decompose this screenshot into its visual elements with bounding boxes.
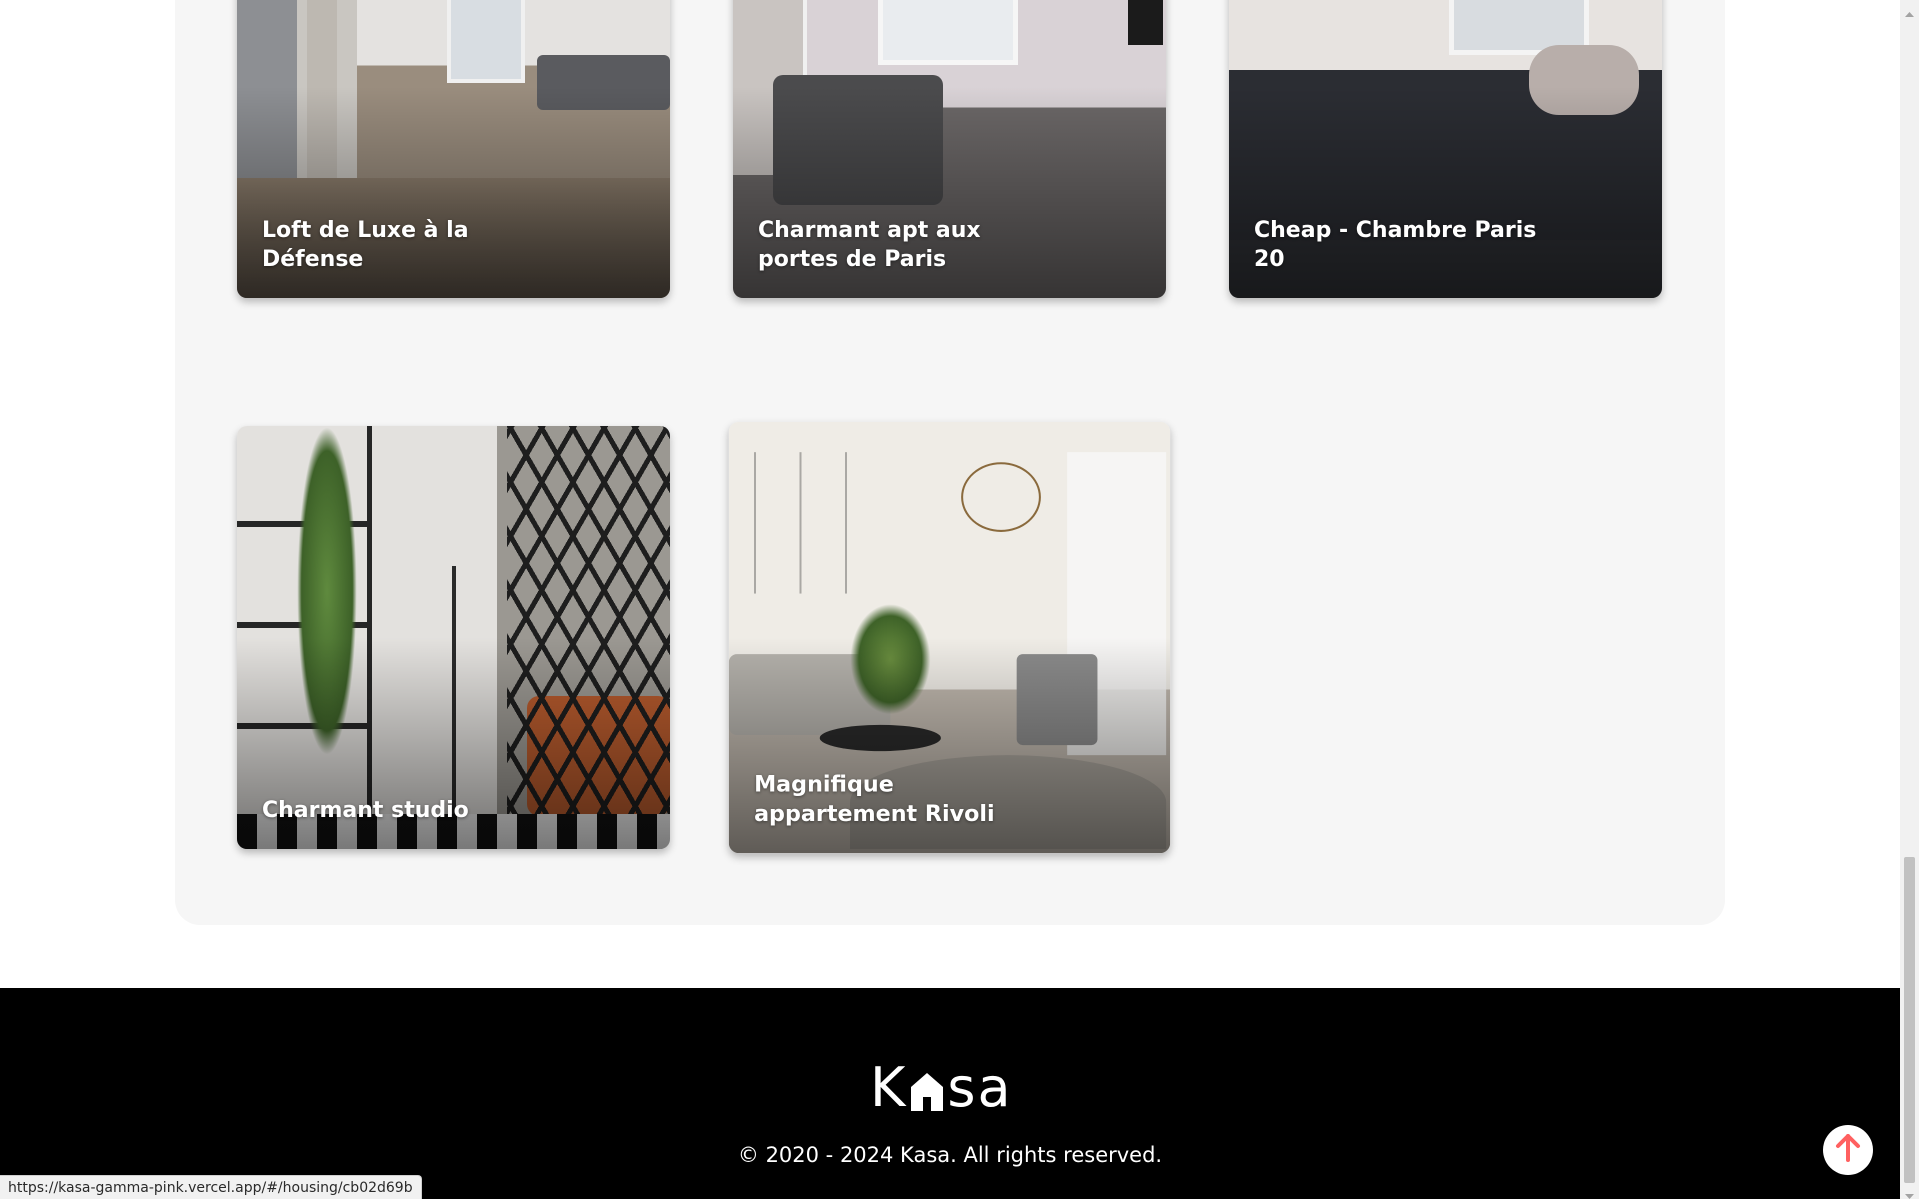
housing-card-title: Cheap - Chambre Paris 20 [1254, 218, 1537, 272]
housing-card-title: Charmant apt aux portes de Paris [758, 218, 981, 272]
vertical-scrollbar[interactable] [1900, 0, 1919, 1199]
housing-card[interactable]: Charmant studio [237, 426, 670, 849]
housing-card[interactable]: Charmant apt aux portes de Paris [733, 0, 1166, 298]
scroll-up-arrow-icon[interactable] [1905, 4, 1914, 17]
copyright-text: © 2020 - 2024 Kasa. All rights reserved. [737, 1143, 1163, 1167]
housing-card[interactable]: Cheap - Chambre Paris 20 [1229, 0, 1662, 298]
footer-logo: K sa [870, 1060, 1030, 1115]
back-to-top-button[interactable] [1823, 1125, 1873, 1175]
logo-letters-sa: sa [947, 1056, 1013, 1119]
page: Loft de Luxe à la Défense Charmant apt a… [0, 0, 1919, 1199]
housing-card-title: Charmant studio [262, 798, 469, 823]
housing-card-title: Loft de Luxe à la Défense [262, 218, 469, 272]
house-icon [909, 1067, 945, 1111]
housing-card[interactable]: Loft de Luxe à la Défense [237, 0, 670, 298]
link-status-bar: https://kasa-gamma-pink.vercel.app/#/hou… [0, 1175, 422, 1199]
scrollbar-thumb[interactable] [1904, 857, 1915, 1183]
housing-gallery: Loft de Luxe à la Défense Charmant apt a… [175, 0, 1725, 925]
housing-card-hovered[interactable]: Magnifique appartement Rivoli [728, 421, 1171, 854]
card-overlay [237, 426, 670, 849]
scroll-down-arrow-icon[interactable] [1905, 1186, 1914, 1199]
housing-card-title: Magnifique appartement Rivoli [754, 772, 995, 827]
arrow-up-icon [1835, 1134, 1861, 1166]
logo-letter-k: K [870, 1056, 908, 1119]
